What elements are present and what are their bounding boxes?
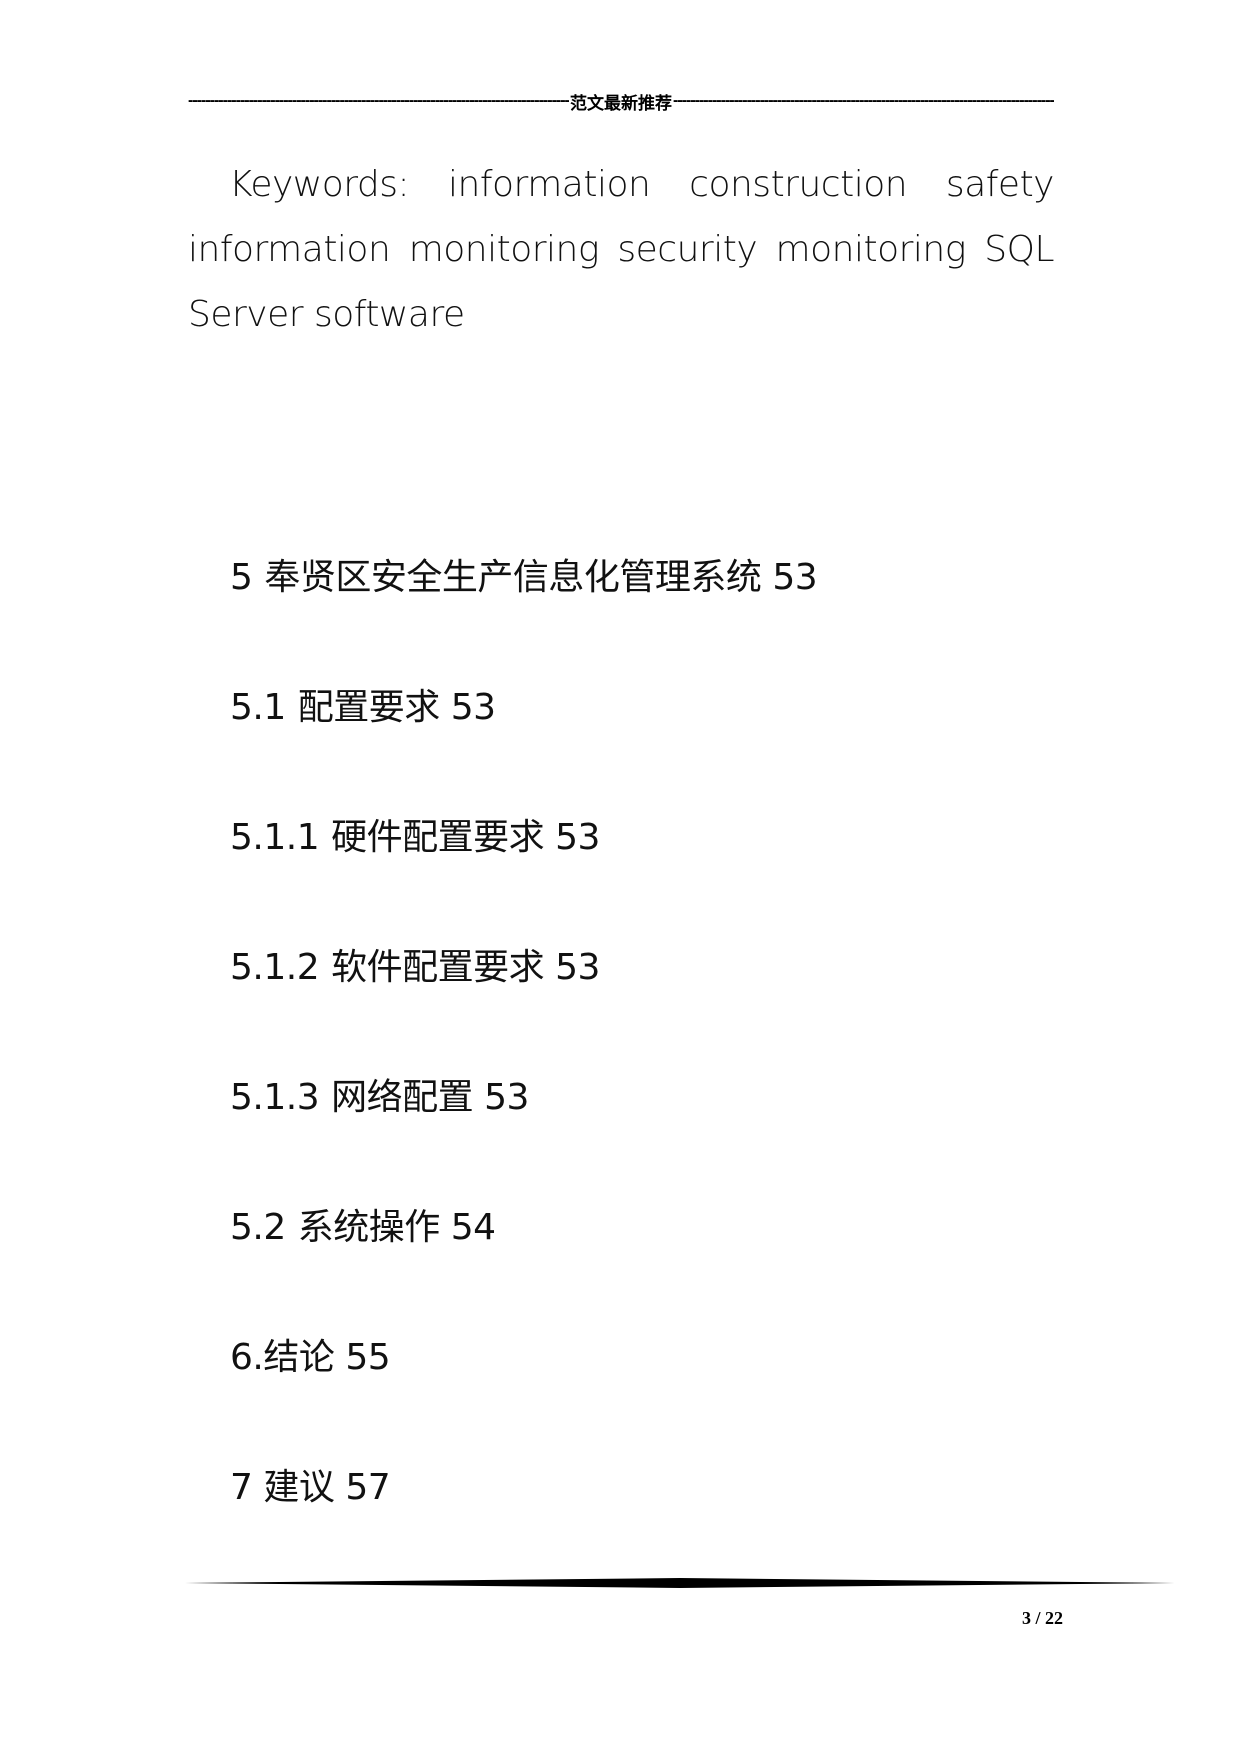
toc-item[interactable]: 5.1.1 硬件配置要求 53: [230, 808, 1050, 938]
toc-item-title: 结论: [263, 1337, 335, 1378]
toc-item[interactable]: 6.结论 55: [230, 1328, 1050, 1458]
toc-item-page: 53: [555, 947, 600, 988]
toc-item-number: 5.1.1: [230, 817, 320, 858]
keywords-paragraph: Keywords: information construction safet…: [188, 152, 1055, 347]
toc-item-title: 硬件配置要求: [331, 817, 545, 858]
toc-item-page: 53: [484, 1077, 529, 1118]
page-number: 3 / 22: [1021, 1608, 1063, 1628]
toc-item-number: 5.1.3: [230, 1077, 320, 1118]
toc-item[interactable]: 7 建议 57: [230, 1458, 1050, 1588]
toc-item-page: 53: [450, 687, 496, 728]
footer-divider: [185, 1578, 1175, 1588]
toc-item-title: 建议: [263, 1467, 335, 1508]
toc-item-page: 53: [772, 557, 818, 598]
toc-item-page: 54: [450, 1207, 496, 1248]
toc-item-title: 系统操作: [297, 1207, 441, 1248]
toc-item-page: 53: [555, 817, 600, 858]
toc-item-number: 7: [230, 1467, 253, 1508]
toc-item-number: 5.2: [230, 1207, 286, 1248]
toc-item-title: 软件配置要求: [331, 947, 545, 988]
toc-item-number: 6.: [230, 1337, 264, 1378]
toc-item-number: 5.1: [230, 687, 286, 728]
keywords-text: Keywords: information construction safet…: [188, 164, 1055, 335]
header-dashes-left: ----------------------------------------…: [188, 92, 569, 109]
toc-item[interactable]: 5.1.2 软件配置要求 53: [230, 938, 1050, 1068]
toc-item[interactable]: 5.1.3 网络配置 53: [230, 1068, 1050, 1198]
toc-item-title: 网络配置: [331, 1077, 474, 1118]
toc-item-page: 57: [345, 1467, 391, 1508]
page-header: ----------------------------------------…: [188, 90, 1054, 112]
toc-item-number: 5: [230, 557, 253, 598]
table-of-contents: 5 奉贤区安全生产信息化管理系统 53 5.1 配置要求 53 5.1.1 硬件配置要…: [230, 548, 1050, 1588]
toc-item[interactable]: 5.1 配置要求 53: [230, 678, 1050, 808]
header-dashes-right: ----------------------------------------…: [673, 92, 1054, 109]
header-title: 范文最新推荐: [570, 93, 672, 113]
toc-item-title: 配置要求: [297, 687, 441, 728]
toc-item[interactable]: 5.2 系统操作 54: [230, 1198, 1050, 1328]
toc-item-page: 55: [345, 1337, 391, 1378]
toc-item-title: 奉贤区安全生产信息化管理系统: [264, 557, 762, 598]
toc-item[interactable]: 5 奉贤区安全生产信息化管理系统 53: [230, 548, 1050, 678]
toc-item-number: 5.1.2: [230, 947, 320, 988]
